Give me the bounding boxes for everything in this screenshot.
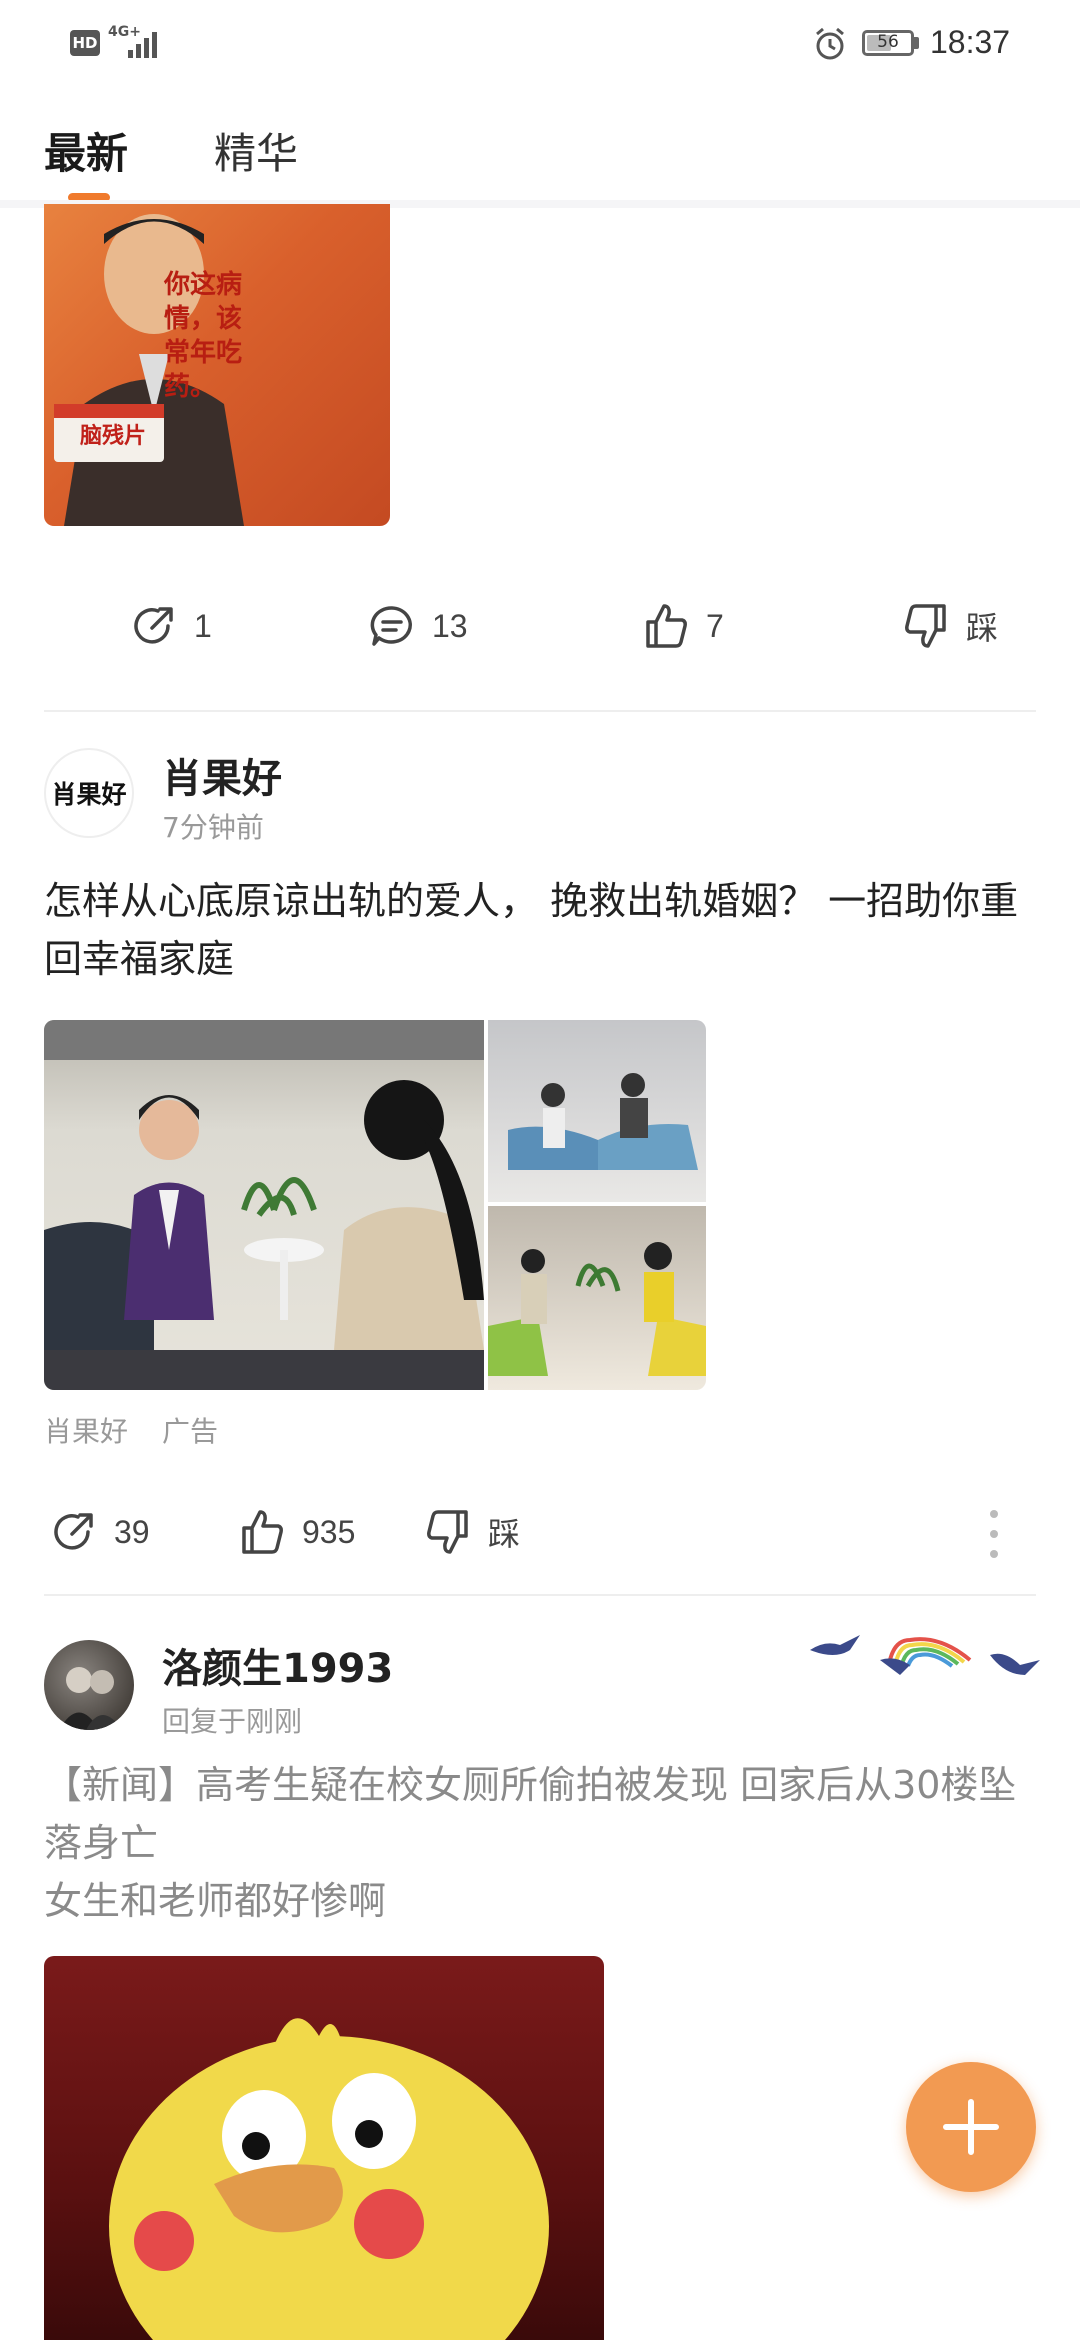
ad-source: 肖果好 [44, 1415, 129, 1448]
ad-image-top-right [488, 1020, 706, 1202]
thumbs-down-icon [905, 604, 946, 648]
like-action[interactable]: 935 [236, 1506, 355, 1558]
share-count: 1 [194, 607, 212, 644]
battery-level: 56 [877, 32, 899, 52]
share-action[interactable]: 1 [128, 600, 212, 652]
ad-image-collage[interactable] [44, 1020, 706, 1390]
clock: 18:37 [930, 24, 1011, 60]
alarm-icon [816, 27, 844, 60]
post-text[interactable]: 怎样从心底原谅出轨的爱人， 挽救出轨婚姻？ 一招助你重回幸福家庭 [44, 872, 1044, 988]
share-action[interactable]: 39 [48, 1506, 150, 1558]
dislike-label: 踩 [966, 610, 999, 646]
medicine-box-label: 脑残片 [80, 424, 147, 449]
post-image-chick[interactable] [44, 1956, 604, 2340]
comment-icon [370, 606, 412, 646]
dislike-label: 踩 [488, 1516, 521, 1552]
dislike-action[interactable]: 踩 [900, 600, 998, 652]
image-caption: 你这病情，该常年吃药。 [164, 270, 243, 402]
post-separator [44, 710, 1036, 712]
status-bar: HD 4G+ 56 18:37 [0, 0, 1080, 90]
username[interactable]: 肖果好 [162, 746, 282, 804]
like-count: 7 [706, 607, 724, 644]
signal-icon [128, 32, 157, 58]
avatar[interactable]: 肖果好 [44, 748, 134, 838]
share-count: 39 [114, 1513, 150, 1550]
ad-image-bottom-right [488, 1206, 706, 1390]
username[interactable]: 洛颜生1993 [162, 1636, 393, 1694]
share-icon [54, 1513, 93, 1550]
quoted-news-text[interactable]: 【新闻】高考生疑在校女厕所偷拍被发现 回家后从30楼坠落身亡 [44, 1756, 1044, 1872]
like-action[interactable]: 7 [640, 600, 724, 652]
bird-rainbow-decoration [810, 1635, 1040, 1675]
thumbs-down-icon [427, 1510, 468, 1554]
thumbs-up-icon [646, 604, 687, 648]
thumbs-up-icon [242, 1510, 283, 1554]
post-time: 7分钟前 [162, 811, 264, 844]
avatar[interactable] [44, 1640, 134, 1730]
create-post-button[interactable] [906, 2062, 1036, 2192]
dislike-action[interactable]: 踩 [422, 1506, 520, 1558]
like-count: 935 [302, 1513, 356, 1550]
ad-image-main [44, 1020, 484, 1390]
tab-featured[interactable]: 精华 [214, 120, 298, 181]
avatar-text: 肖果好 [51, 780, 127, 809]
tab-latest[interactable]: 最新 [44, 120, 128, 181]
share-icon [134, 607, 173, 644]
post-image-meme[interactable]: 你这病情，该常年吃药。 脑残片 [44, 204, 390, 526]
battery-cap [914, 37, 919, 49]
reply-meta: 回复于刚刚 [162, 1705, 303, 1738]
comment-action[interactable]: 13 [366, 600, 468, 652]
hd-badge: HD [70, 30, 100, 56]
battery-indicator: 56 [862, 30, 914, 56]
more-vertical-icon[interactable] [982, 1506, 1006, 1562]
quoted-comment-text[interactable]: 女生和老师都好惨啊 [44, 1872, 1044, 1930]
ad-label: 广告 [162, 1415, 219, 1448]
comment-count: 13 [432, 607, 468, 644]
plus-icon [943, 2099, 999, 2155]
post-separator [44, 1594, 1036, 1596]
